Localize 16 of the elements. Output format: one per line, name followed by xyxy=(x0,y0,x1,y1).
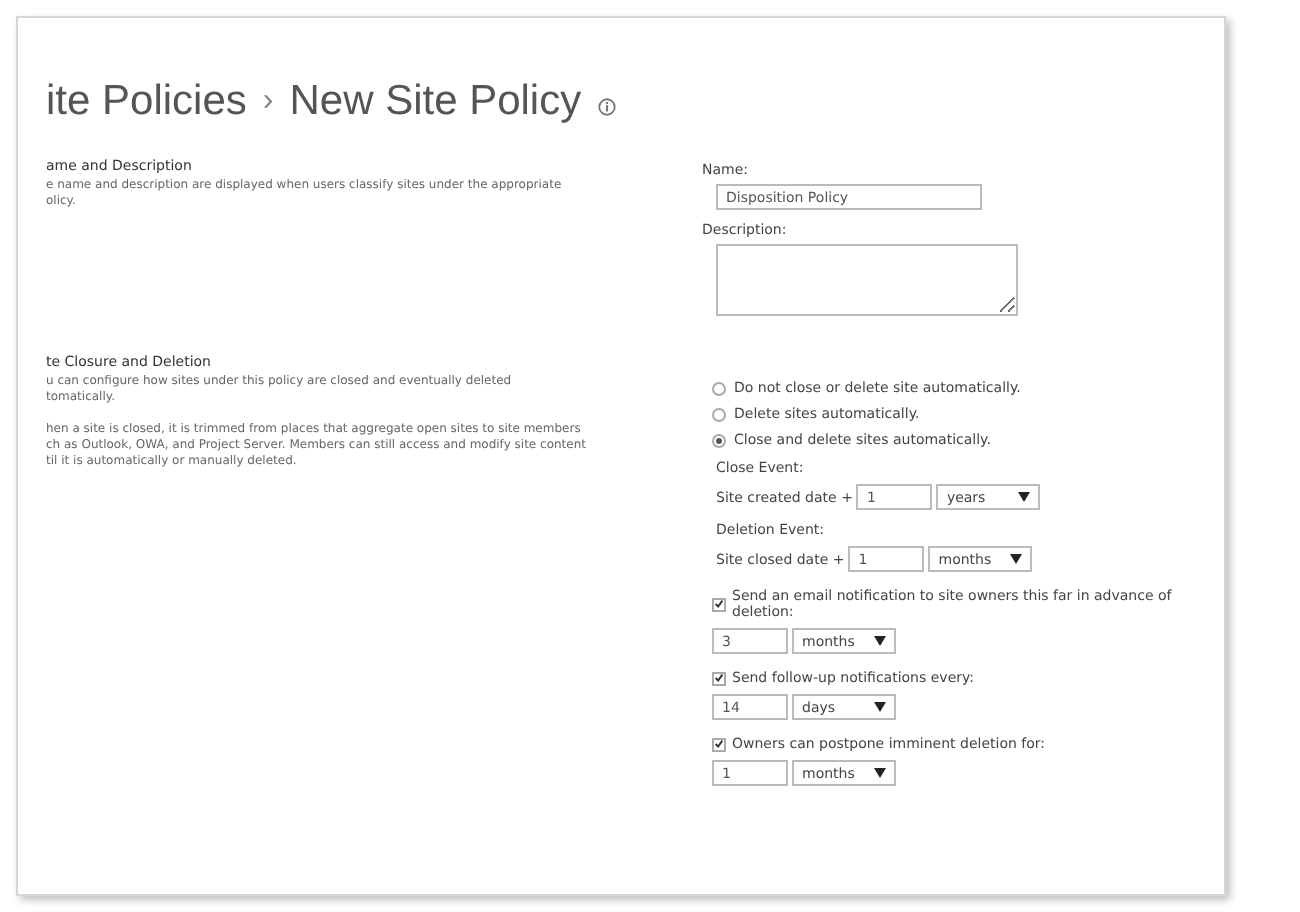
caret-icon xyxy=(874,636,886,646)
caret-icon xyxy=(874,702,886,712)
info-icon[interactable] xyxy=(597,97,616,115)
checkbox[interactable] xyxy=(712,597,726,611)
page-title: ite Policies xyxy=(46,78,247,126)
caret-icon xyxy=(1010,554,1023,564)
page-subtitle: New Site Policy xyxy=(289,78,582,126)
radio-button[interactable] xyxy=(712,407,726,421)
caret-icon xyxy=(874,768,886,778)
breadcrumb-separator: › xyxy=(262,84,274,120)
checkbox[interactable] xyxy=(712,671,726,685)
checkbox[interactable] xyxy=(712,737,726,751)
radio-button[interactable] xyxy=(712,433,726,447)
radio-button[interactable] xyxy=(712,381,726,395)
description-field[interactable] xyxy=(716,244,1018,316)
caret-icon xyxy=(1018,492,1031,502)
